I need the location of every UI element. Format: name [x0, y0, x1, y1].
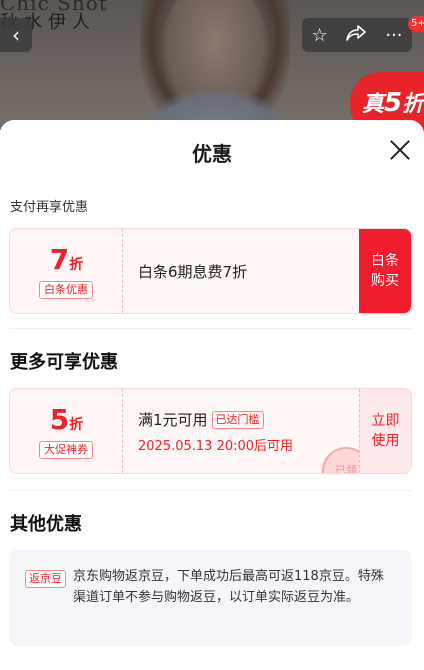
jingdou-description: 京东购物返京豆，下单成功后最高可返118京豆。特殊渠道订单不参与购物返豆，以订单…	[73, 569, 384, 605]
action-line-2: 使用	[371, 433, 400, 449]
action-line-1: 立即	[371, 413, 400, 429]
pay-section-label: 支付再享优惠	[10, 200, 89, 215]
notification-badge: 5+	[408, 16, 424, 32]
promo-tag-suffix: 折	[402, 92, 424, 117]
discount-number: 5	[49, 403, 70, 436]
coupon-description: 白条6期息费7折	[138, 263, 248, 281]
more-section-title: 更多可享优惠	[10, 352, 118, 373]
share-icon[interactable]	[346, 24, 367, 46]
discount-unit: 折	[69, 417, 84, 433]
coupon-validity: 2025.05.13 20:00后可用	[138, 439, 294, 454]
jingdou-tag: 返京豆	[25, 570, 66, 588]
chevron-left-icon: ‹	[12, 23, 20, 47]
close-icon[interactable]	[386, 136, 414, 164]
use-now-button[interactable]: 立即 使用	[359, 389, 411, 473]
coupon-tag: 大促神券	[39, 441, 93, 459]
discount-number: 7	[49, 243, 70, 276]
threshold-tag: 已达门槛	[211, 411, 264, 429]
back-button[interactable]: ‹	[0, 18, 32, 52]
pay-coupon-card: 7折 白条优惠 白条6期息费7折 白条 购买	[9, 228, 412, 314]
promo-tag-num: 5	[384, 88, 403, 118]
star-icon[interactable]: ☆	[311, 25, 327, 46]
divider	[9, 328, 412, 329]
discount-sheet: 优惠 支付再享优惠 7折 白条优惠 白条6期息费7折 白条 购买 更多可享优惠 …	[0, 120, 424, 670]
coupon-discount: 7折	[10, 243, 123, 276]
discount-unit: 折	[69, 257, 84, 273]
coupon-description: 满1元可用 已达门槛	[138, 409, 264, 430]
sheet-title: 优惠	[192, 142, 232, 166]
promo-tag-prefix: 真	[362, 92, 385, 117]
other-discount-item: 返京豆 京东购物返京豆，下单成功后最高可返118京豆。特殊渠道订单不参与购物返豆…	[9, 550, 412, 646]
coupon-discount: 5折	[10, 403, 123, 436]
more-icon[interactable]: ···	[385, 25, 402, 46]
coupon-condition: 满1元可用	[138, 411, 208, 429]
coupon-left: 7折 白条优惠	[10, 229, 123, 313]
baitiao-buy-button[interactable]: 白条 购买	[359, 229, 411, 313]
action-line-2: 购买	[371, 273, 399, 289]
other-section-title: 其他优惠	[10, 514, 82, 535]
action-line-1: 白条	[371, 253, 399, 269]
divider	[9, 490, 412, 491]
coupon-tag: 白条优惠	[39, 281, 93, 299]
top-actions: ☆ ···	[302, 18, 412, 52]
coupon-left: 5折 大促神券	[10, 389, 123, 473]
more-coupon-card: 5折 大促神券 满1元可用 已达门槛 2025.05.13 20:00后可用 已领…	[9, 388, 412, 474]
